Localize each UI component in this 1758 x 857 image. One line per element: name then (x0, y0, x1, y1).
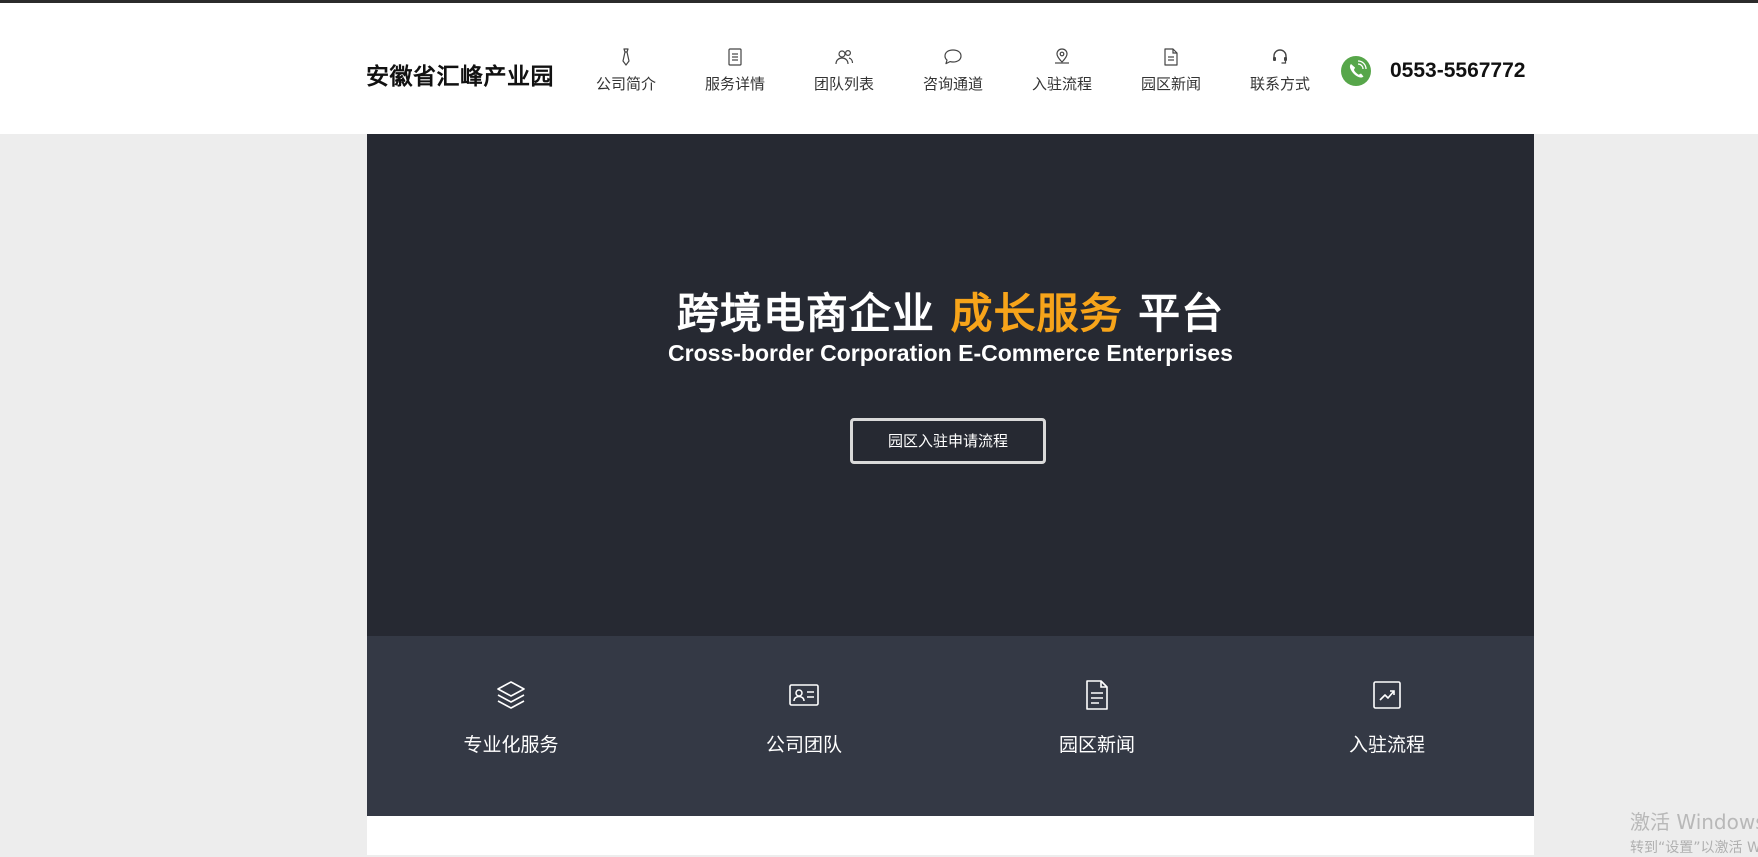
nav-item-team-list[interactable]: 团队列表 (789, 43, 899, 94)
news-document-icon (1164, 48, 1178, 66)
chat-bubble-icon (944, 49, 962, 65)
watermark-subtitle: 转到“设置”以激活 Windows。 (1630, 840, 1758, 856)
hero-title-part2: 平台 (1122, 289, 1225, 338)
phone-number: 0553-5567772 (1390, 59, 1526, 82)
hero-title: 跨境电商企业 成长服务 平台 (367, 280, 1534, 341)
apply-process-button[interactable]: 园区入驻申请流程 (850, 418, 1046, 464)
feature-label: 入驻流程 (1348, 734, 1425, 756)
headset-icon (1273, 49, 1287, 64)
nav-item-label: 服务详情 (704, 75, 765, 93)
document-icon (1086, 680, 1108, 710)
feature-label: 专业化服务 (463, 734, 559, 756)
feature-bar: 专业化服务 公司团队 园区新闻 入驻流程 (367, 636, 1534, 816)
feature-label: 公司团队 (765, 734, 842, 756)
site-logo[interactable]: 安徽省汇峰产业园 (366, 57, 554, 91)
id-card-icon (789, 684, 819, 706)
feature-professional-service[interactable]: 专业化服务 (411, 636, 611, 816)
content-area (367, 816, 1534, 855)
hero-title-accent: 成长服务 (950, 289, 1123, 338)
nav-item-company-intro[interactable]: 公司简介 (571, 43, 681, 94)
trend-chart-icon (1373, 681, 1401, 709)
hero-subtitle: Cross-border Corporation E-Commerce Ente… (668, 340, 1233, 366)
nav-item-park-news[interactable]: 园区新闻 (1116, 43, 1226, 94)
hero-title-part1: 跨境电商企业 (676, 289, 951, 338)
feature-settle-process[interactable]: 入驻流程 (1287, 636, 1487, 816)
feature-park-news[interactable]: 园区新闻 (997, 636, 1197, 816)
nav-item-consult-channel[interactable]: 咨询通道 (898, 43, 1008, 94)
nav-item-label: 联系方式 (1249, 75, 1310, 93)
feature-label: 园区新闻 (1058, 734, 1135, 756)
nav-item-service-details[interactable]: 服务详情 (680, 43, 790, 94)
hero-banner: 跨境电商企业 成长服务 平台 Cross-border Corporation … (367, 134, 1534, 636)
nav-item-contact[interactable]: 联系方式 (1225, 43, 1335, 94)
windows-activation-watermark: 激活 Windows 转到“设置”以激活 Windows。 (1630, 806, 1758, 857)
layers-icon (497, 681, 525, 709)
watermark-title: 激活 Windows (1630, 810, 1758, 834)
nav-item-label: 团队列表 (813, 75, 874, 93)
site-header: 安徽省汇峰产业园 公司简介 服务详情 团队列表 咨询通道 入驻流程 园区新闻 联… (0, 3, 1758, 134)
tie-icon (622, 48, 630, 66)
nav-item-label: 园区新闻 (1140, 75, 1201, 93)
nav-item-settle-process[interactable]: 入驻流程 (1007, 43, 1117, 94)
feature-company-team[interactable]: 公司团队 (704, 636, 904, 816)
nav-item-label: 咨询通道 (922, 75, 983, 93)
list-document-icon (728, 48, 742, 66)
phone-icon (1341, 56, 1371, 86)
pin-icon (1055, 48, 1069, 64)
users-icon (835, 49, 854, 65)
nav-item-label: 入驻流程 (1031, 75, 1092, 93)
nav-item-label: 公司简介 (595, 75, 656, 93)
